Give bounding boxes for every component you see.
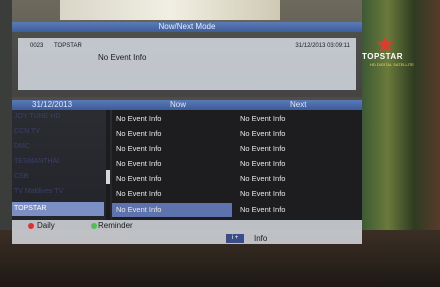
epg-list: JOY TUNE HD CCN TV DMC TESMANTHAI CSB TV… xyxy=(12,110,362,220)
reminder-label: Reminder xyxy=(98,221,133,230)
topstar-logo: ★ TOPSTAR HD DIGITAL SATELLITE xyxy=(360,34,420,70)
next-event[interactable]: No Event Info xyxy=(236,142,360,156)
channel-row[interactable]: CSB xyxy=(12,170,104,184)
next-event[interactable]: No Event Info xyxy=(236,172,360,186)
channel-row[interactable]: TV Maldives TV xyxy=(12,185,104,199)
channel-row-selected[interactable]: TOPSTAR xyxy=(12,202,104,216)
channel-row[interactable]: CCN TV xyxy=(12,125,104,139)
current-event-info: No Event Info xyxy=(98,53,147,62)
now-event[interactable]: No Event Info xyxy=(112,142,232,156)
channel-name: TOPSTAR xyxy=(54,43,82,49)
header-next: Next xyxy=(290,100,307,109)
window-title: Now/Next Mode xyxy=(12,22,362,32)
header-date: 31/12/2013 xyxy=(32,100,73,109)
next-event[interactable]: No Event Info xyxy=(236,203,360,217)
info-label: Info xyxy=(254,234,268,243)
now-event[interactable]: No Event Info xyxy=(112,187,232,201)
daily-label: Daily xyxy=(37,221,55,230)
info-key-icon: i + xyxy=(226,234,244,243)
scrollbar[interactable] xyxy=(106,110,110,220)
list-header: 31/12/2013 Now Next xyxy=(12,100,362,110)
next-event[interactable]: No Event Info xyxy=(236,127,360,141)
green-button-icon xyxy=(91,223,97,229)
logo-subtext: HD DIGITAL SATELLITE xyxy=(370,62,414,67)
channel-row[interactable]: DMC xyxy=(12,140,104,154)
channel-row[interactable]: TESMANTHAI xyxy=(12,155,104,169)
now-event-selected[interactable]: No Event Info xyxy=(112,203,232,217)
scroll-thumb[interactable] xyxy=(106,170,110,184)
channel-info-box: 0023 TOPSTAR 31/12/2013 03:09:11 No Even… xyxy=(18,38,356,90)
now-event[interactable]: No Event Info xyxy=(112,172,232,186)
next-event[interactable]: No Event Info xyxy=(236,112,360,126)
header-now: Now xyxy=(170,100,187,109)
red-button-icon xyxy=(28,223,34,229)
date-time: 31/12/2013 03:09:11 xyxy=(295,43,350,49)
event-grid: No Event Info No Event Info No Event Inf… xyxy=(112,110,362,220)
now-event[interactable]: No Event Info xyxy=(112,112,232,126)
channel-number: 0023 xyxy=(30,43,44,49)
channel-info-panel: 0023 TOPSTAR 31/12/2013 03:09:11 No Even… xyxy=(12,32,362,97)
next-event[interactable]: No Event Info xyxy=(236,187,360,201)
footer-legend: Daily Reminder i + Info xyxy=(12,220,362,244)
next-event[interactable]: No Event Info xyxy=(236,157,360,171)
now-event[interactable]: No Event Info xyxy=(112,157,232,171)
channel-list: JOY TUNE HD CCN TV DMC TESMANTHAI CSB TV… xyxy=(12,110,108,220)
logo-text: TOPSTAR xyxy=(362,52,403,61)
now-event[interactable]: No Event Info xyxy=(112,127,232,141)
now-next-panel: Now/Next Mode 0023 TOPSTAR 31/12/2013 03… xyxy=(12,22,362,244)
channel-row[interactable]: JOY TUNE HD xyxy=(12,110,104,124)
